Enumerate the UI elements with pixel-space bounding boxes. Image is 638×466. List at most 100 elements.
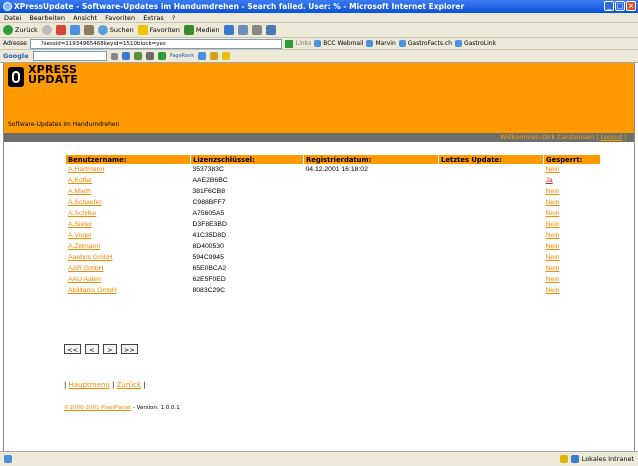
forward-button[interactable] xyxy=(41,25,52,35)
edit-icon[interactable] xyxy=(265,25,276,35)
locked-link[interactable]: Nein xyxy=(544,219,601,230)
highlight-icon[interactable] xyxy=(222,52,231,60)
back-label: Zurück xyxy=(15,26,38,34)
locked-link[interactable]: Nein xyxy=(544,252,601,263)
locked-link[interactable]: Ja xyxy=(544,175,601,186)
site-tagline: Software-Updates im Handumdrehen xyxy=(8,121,120,128)
table-row: AAU Aalen 62E5F0ED Nein xyxy=(66,274,601,285)
locked-link[interactable]: Nein xyxy=(544,208,601,219)
table-row: Aaebris GmbH 594C9945 Nein xyxy=(66,252,601,263)
address-label: Adresse xyxy=(3,40,27,47)
news-icon[interactable] xyxy=(133,52,142,60)
locked-link[interactable]: Nein xyxy=(544,230,601,241)
license-key: 8083C29C xyxy=(192,287,226,294)
link-gastrolink[interactable]: GastroLink xyxy=(454,40,496,47)
locked-link[interactable]: Nein xyxy=(544,274,601,285)
last-update xyxy=(439,197,544,208)
search-button[interactable]: Suchen xyxy=(97,25,134,35)
username-link[interactable]: A.Schaefer xyxy=(66,197,191,208)
google-logo[interactable]: Google xyxy=(3,52,29,60)
username-link[interactable]: A.Kofler xyxy=(66,175,191,186)
link-bcc-webmail-label: BCC Webmail xyxy=(323,40,364,47)
page-done-icon xyxy=(4,455,12,463)
registration-date xyxy=(304,285,439,296)
username-link[interactable]: A.Schilke xyxy=(66,208,191,219)
address-input[interactable]: ?sessid=11934965468keyid=1510block=yes xyxy=(29,38,282,49)
registration-date xyxy=(304,208,439,219)
col-last-update: Letztes Update: xyxy=(438,155,544,164)
popup-blocker-icon[interactable] xyxy=(210,52,219,60)
media-label: Medien xyxy=(195,26,220,34)
home-icon[interactable] xyxy=(83,25,94,35)
table-header-row: Benutzername: Lizenzschlüssel: Registrie… xyxy=(66,155,601,164)
mail-icon[interactable] xyxy=(237,25,248,35)
pagerank-icon[interactable] xyxy=(157,52,166,60)
table-row: A.Sieler D3F8E3BD Nein xyxy=(66,219,601,230)
maximize-button[interactable]: □ xyxy=(615,1,625,11)
username-link[interactable]: A.Hartmann xyxy=(66,164,191,175)
next-page-button[interactable]: > xyxy=(102,344,117,354)
username-link[interactable]: Aaebris GmbH xyxy=(66,252,191,263)
menu-help[interactable]: ? xyxy=(172,13,175,22)
last-update xyxy=(439,263,544,274)
site-banner: XPRESS UPDATE Software-Updates im Handum… xyxy=(4,63,634,133)
main-menu-link[interactable]: Hauptmenu xyxy=(69,381,110,389)
xpress-logo-icon xyxy=(8,67,24,87)
username-link[interactable]: A.Zillmann xyxy=(66,241,191,252)
minimize-button[interactable]: _ xyxy=(604,1,614,11)
registration-date xyxy=(304,219,439,230)
first-page-button[interactable]: << xyxy=(64,344,81,354)
site-search-icon[interactable] xyxy=(145,52,154,60)
favorites-button[interactable]: Favoriten xyxy=(137,25,180,35)
history-icon[interactable] xyxy=(223,25,234,35)
locked-link[interactable]: Nein xyxy=(544,285,601,296)
welcome-bar: Willkommen Dirk Carstensen | Logout | xyxy=(4,133,634,142)
media-icon xyxy=(183,25,194,35)
menu-file[interactable]: Datei xyxy=(4,13,21,22)
username-link[interactable]: AAR GmbH xyxy=(66,263,191,274)
prev-page-button[interactable]: < xyxy=(84,344,99,354)
link-gastrofacts[interactable]: GastroFacts.ch xyxy=(398,40,452,47)
username-link[interactable]: A.Sieler xyxy=(66,219,191,230)
username-link[interactable]: A.Mieth xyxy=(66,186,191,197)
locked-link[interactable]: Nein xyxy=(544,186,601,197)
back-button[interactable]: Zurück xyxy=(3,25,38,35)
security-zone: Lokales Intranet xyxy=(559,455,634,463)
google-search-icon[interactable] xyxy=(121,52,130,60)
stop-icon[interactable] xyxy=(55,25,66,35)
back-link[interactable]: Zurück xyxy=(117,381,141,389)
registration-date xyxy=(304,197,439,208)
col-registration-date: Registrierdatum: xyxy=(303,155,439,164)
menu-favorites[interactable]: Favoriten xyxy=(105,13,135,22)
locked-link[interactable]: Nein xyxy=(544,241,601,252)
locked-link[interactable]: Nein xyxy=(544,263,601,274)
go-arrow-icon[interactable] xyxy=(284,39,293,48)
copyright-link[interactable]: ©2000-2001 PixelPlanet xyxy=(64,405,131,411)
print-icon[interactable] xyxy=(251,25,262,35)
last-page-button[interactable]: >> xyxy=(120,344,138,354)
dropdown-icon[interactable] xyxy=(110,52,118,60)
media-button[interactable]: Medien xyxy=(183,25,220,35)
username-link[interactable]: Abilitanis GmbH xyxy=(66,285,191,296)
menu-tools[interactable]: Extras xyxy=(143,13,164,22)
close-button[interactable]: × xyxy=(626,1,636,11)
last-update xyxy=(439,186,544,197)
table-row: AAR GmbH 65E0BCA2 Nein xyxy=(66,263,601,274)
menu-view[interactable]: Ansicht xyxy=(73,13,97,22)
google-search-input[interactable] xyxy=(32,51,107,61)
site-brand: XPRESS UPDATE xyxy=(28,64,79,86)
locked-link[interactable]: Nein xyxy=(544,164,601,175)
refresh-icon[interactable] xyxy=(69,25,80,35)
username-link[interactable]: A.Vogel xyxy=(66,230,191,241)
menu-edit[interactable]: Bearbeiten xyxy=(29,13,65,22)
locked-link[interactable]: Nein xyxy=(544,197,601,208)
table-row: A.Hartmann 3537383C 04.12.2001 16:18:02 Nei… xyxy=(66,164,601,175)
link-marvin[interactable]: Marvin xyxy=(366,40,396,47)
logout-link[interactable]: Logout xyxy=(600,133,622,141)
window-title: XPressUpdate - Software-Updates im Handu… xyxy=(14,2,465,11)
info-icon[interactable] xyxy=(198,52,207,60)
brand-line-2: UPDATE xyxy=(28,73,79,86)
link-bcc-webmail[interactable]: BCC Webmail xyxy=(314,40,363,47)
username-link[interactable]: AAU Aalen xyxy=(66,274,191,285)
nav-sep: | xyxy=(112,381,115,389)
